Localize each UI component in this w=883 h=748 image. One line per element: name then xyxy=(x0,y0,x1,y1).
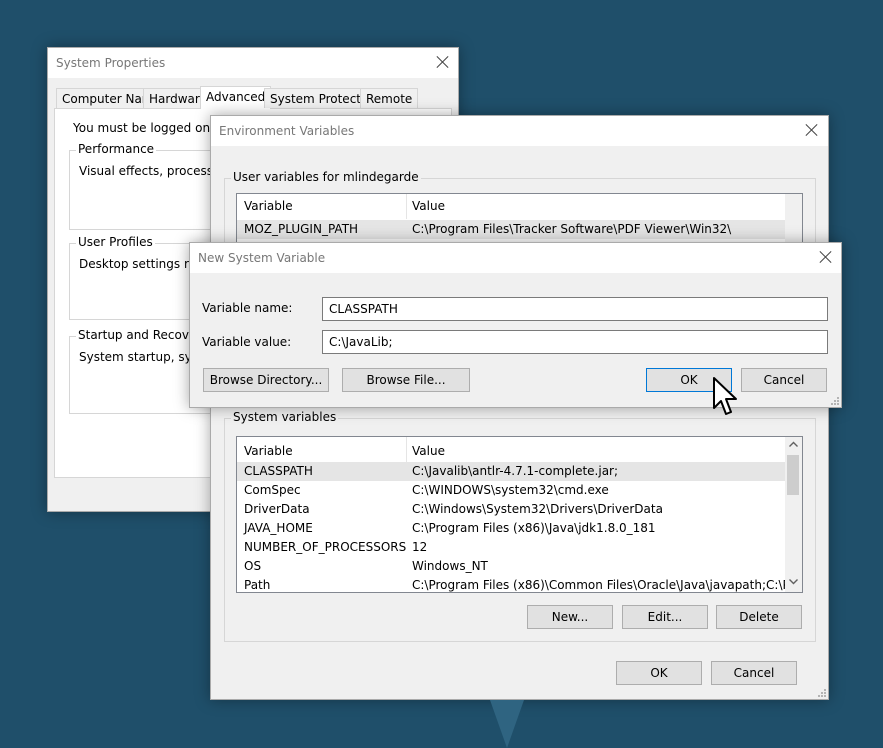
close-icon[interactable] xyxy=(435,54,451,70)
variable-cell: MOZ_PLUGIN_PATH xyxy=(244,220,358,239)
ok-button[interactable]: OK xyxy=(616,661,702,685)
mouse-cursor-icon xyxy=(712,376,740,418)
variable-cell: Path xyxy=(244,576,270,593)
column-header-variable[interactable]: Variable xyxy=(244,199,293,213)
window-title: Environment Variables xyxy=(219,124,354,138)
table-row[interactable]: ComSpec C:\WINDOWS\system32\cmd.exe xyxy=(237,481,785,500)
performance-legend: Performance xyxy=(76,142,156,156)
variable-cell: NUMBER_OF_PROCESSORS xyxy=(244,538,406,557)
browse-directory-button[interactable]: Browse Directory... xyxy=(203,368,329,392)
column-separator[interactable] xyxy=(406,437,407,462)
value-cell: C:\Windows\System32\Drivers\DriverData xyxy=(412,500,663,519)
cancel-button[interactable]: Cancel xyxy=(711,661,797,685)
close-icon[interactable] xyxy=(818,249,834,265)
variable-cell: CLASSPATH xyxy=(244,462,313,481)
delete-button[interactable]: Delete xyxy=(716,605,802,629)
tab-remote[interactable]: Remote xyxy=(360,88,418,108)
cancel-button[interactable]: Cancel xyxy=(741,368,827,392)
variable-name-input[interactable]: CLASSPATH xyxy=(322,297,828,321)
table-row[interactable]: NUMBER_OF_PROCESSORS 12 xyxy=(237,538,785,557)
title-bar: Environment Variables xyxy=(211,116,828,146)
variable-value-label: Variable value: xyxy=(202,335,291,349)
window-title: System Properties xyxy=(56,56,165,70)
browse-file-button[interactable]: Browse File... xyxy=(342,368,470,392)
title-bar: New System Variable xyxy=(190,243,841,273)
value-cell: C:\Program Files (x86)\Common Files\Orac… xyxy=(412,576,803,593)
variable-cell: DriverData xyxy=(244,500,310,519)
new-button[interactable]: New... xyxy=(527,605,613,629)
column-header-variable[interactable]: Variable xyxy=(244,444,293,458)
tab-advanced[interactable]: Advanced xyxy=(200,86,271,109)
value-cell: C:\WINDOWS\system32\cmd.exe xyxy=(412,481,609,500)
desktop: { "system_properties": { "title": "Syste… xyxy=(0,0,883,748)
variable-cell: JAVA_HOME xyxy=(244,519,313,538)
edit-button[interactable]: Edit... xyxy=(622,605,708,629)
list-header: Variable Value xyxy=(237,194,802,219)
value-cell: Windows_NT xyxy=(412,557,488,576)
vertical-scrollbar[interactable] xyxy=(785,437,802,592)
scroll-thumb[interactable] xyxy=(787,455,799,495)
column-separator[interactable] xyxy=(406,194,407,219)
scroll-down-icon[interactable] xyxy=(789,579,798,585)
scroll-up-icon[interactable] xyxy=(789,441,798,447)
value-cell: 12 xyxy=(412,538,427,557)
resize-grip-icon[interactable] xyxy=(816,687,826,697)
column-header-value[interactable]: Value xyxy=(412,444,445,458)
new-system-variable-dialog: New System Variable Variable name: CLASS… xyxy=(189,242,842,408)
variable-value-input[interactable]: C:\JavaLib; xyxy=(322,330,828,354)
window-title: New System Variable xyxy=(198,251,325,265)
variable-name-label: Variable name: xyxy=(202,301,292,315)
table-row[interactable]: DriverData C:\Windows\System32\Drivers\D… xyxy=(237,500,785,519)
resize-grip-icon[interactable] xyxy=(829,395,839,405)
column-header-value[interactable]: Value xyxy=(412,199,445,213)
close-icon[interactable] xyxy=(804,122,820,138)
table-row[interactable]: MOZ_PLUGIN_PATH C:\Program Files\Tracker… xyxy=(237,220,785,239)
user-profiles-legend: User Profiles xyxy=(76,235,155,249)
value-cell: C:\Program Files (x86)\Java\jdk1.8.0_181 xyxy=(412,519,656,538)
variable-cell: ComSpec xyxy=(244,481,301,500)
value-cell: C:\Program Files\Tracker Software\PDF Vi… xyxy=(412,220,731,239)
system-variables-legend: System variables xyxy=(231,410,338,424)
down-arrow-icon xyxy=(490,700,524,748)
value-cell: C:\Javalib\antlr-4.7.1-complete.jar; xyxy=(412,462,618,481)
system-variables-list[interactable]: Variable Value CLASSPATH C:\Javalib\antl… xyxy=(236,436,803,593)
table-row[interactable]: OS Windows_NT xyxy=(237,557,785,576)
user-variables-legend: User variables for mlindegarde xyxy=(231,170,421,184)
title-bar: System Properties xyxy=(48,48,458,78)
table-row[interactable]: CLASSPATH C:\Javalib\antlr-4.7.1-complet… xyxy=(237,462,785,481)
table-row[interactable]: Path C:\Program Files (x86)\Common Files… xyxy=(237,576,785,593)
table-row[interactable]: JAVA_HOME C:\Program Files (x86)\Java\jd… xyxy=(237,519,785,538)
variable-cell: OS xyxy=(244,557,261,576)
list-header: Variable Value xyxy=(237,437,785,462)
